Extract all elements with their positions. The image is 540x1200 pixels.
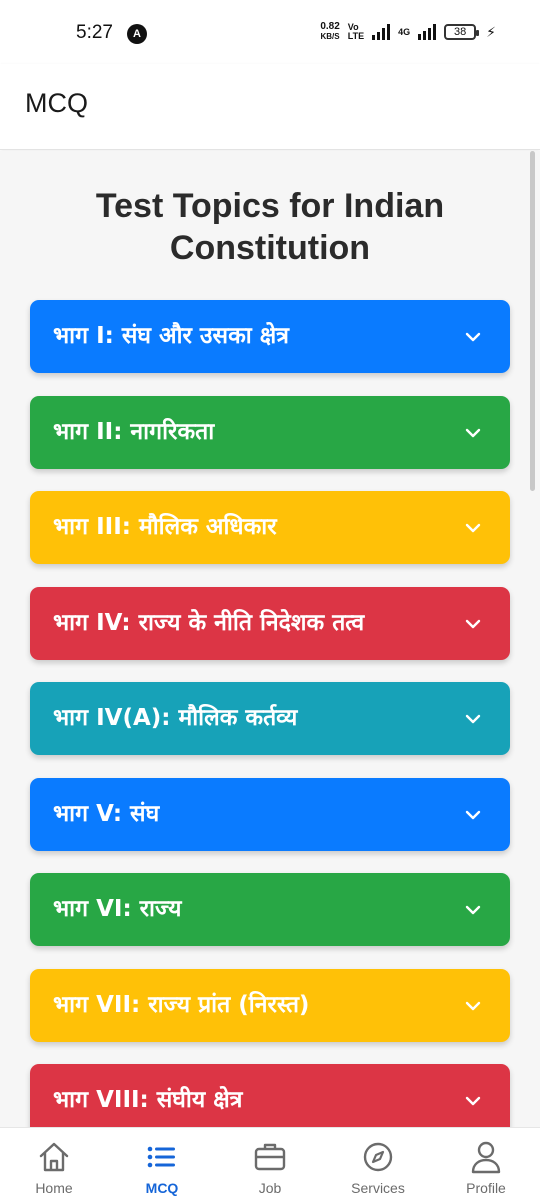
nav-label: MCQ bbox=[145, 1180, 179, 1196]
compass-icon bbox=[359, 1138, 397, 1176]
lightning-icon: ⚡ bbox=[486, 23, 496, 40]
nav-label: Job bbox=[258, 1180, 282, 1196]
main-content[interactable]: Test Topics for Indian Constitution भाग … bbox=[0, 151, 540, 1127]
chevron-down-icon[interactable] bbox=[464, 806, 482, 824]
status-time: 5:27 bbox=[76, 22, 113, 43]
nav-item-mcq[interactable]: MCQ bbox=[108, 1128, 216, 1200]
topic-label: भाग VI: राज्य bbox=[53, 896, 182, 922]
topic-label: भाग VII: राज्य प्रांत (निरस्त) bbox=[53, 991, 310, 1018]
topic-accordion-item[interactable]: भाग I: संघ और उसका क्षेत्र bbox=[30, 300, 510, 373]
chevron-down-icon[interactable] bbox=[464, 615, 482, 633]
app-bar: MCQ bbox=[0, 64, 540, 150]
nav-label: Services bbox=[351, 1180, 405, 1196]
topic-accordion-item[interactable]: भाग II: नागरिकता bbox=[30, 395, 510, 469]
nav-item-profile[interactable]: Profile bbox=[432, 1128, 540, 1200]
nav-item-home[interactable]: Home bbox=[0, 1128, 108, 1200]
user-icon bbox=[467, 1138, 505, 1176]
topic-label: भाग III: मौलिक अधिकार bbox=[53, 514, 277, 540]
chevron-down-icon[interactable] bbox=[464, 519, 482, 537]
app-title: MCQ bbox=[25, 88, 88, 118]
network-speed: 0.82 KB/S bbox=[320, 22, 339, 42]
topic-accordion-item[interactable]: भाग IV(A): मौलिक कर्तव्य bbox=[30, 682, 510, 755]
nav-label: Home bbox=[35, 1180, 73, 1196]
topic-accordion-item[interactable]: भाग VII: राज्य प्रांत (निरस्त) bbox=[30, 968, 510, 1042]
topic-accordion-item[interactable]: भाग IV: राज्य के नीति निदेशक तत्व bbox=[30, 586, 510, 660]
topic-label: भाग V: संघ bbox=[53, 800, 160, 827]
status-bar: 5:27 A 0.82 KB/S Vo LTE 4G 38 ⚡ bbox=[0, 0, 540, 64]
topic-label: भाग VIII: संघीय क्षेत्र bbox=[53, 1087, 243, 1113]
chevron-down-icon[interactable] bbox=[464, 997, 482, 1015]
signal-strength-icon-2 bbox=[418, 24, 437, 40]
volte-bottom: LTE bbox=[347, 31, 365, 41]
chevron-down-icon[interactable] bbox=[464, 424, 482, 442]
topic-label: भाग II: नागरिकता bbox=[53, 418, 215, 445]
topic-accordion-item[interactable]: भाग VI: राज्य bbox=[30, 873, 510, 946]
topic-label: भाग IV: राज्य के नीति निदेशक तत्व bbox=[53, 609, 365, 636]
topic-accordion-item[interactable]: भाग VIII: संघीय क्षेत्र bbox=[30, 1064, 510, 1127]
status-indicators: 0.82 KB/S Vo LTE 4G 38 ⚡ bbox=[320, 22, 496, 42]
network-speed-unit: KB/S bbox=[320, 32, 340, 41]
network-type: 4G bbox=[398, 27, 411, 37]
chevron-down-icon[interactable] bbox=[464, 710, 482, 728]
briefcase-icon bbox=[251, 1138, 289, 1176]
signal-strength-icon bbox=[372, 24, 391, 40]
chevron-down-icon[interactable] bbox=[464, 328, 482, 346]
scrollbar[interactable] bbox=[530, 151, 535, 491]
network-speed-value: 0.82 bbox=[320, 21, 340, 32]
nav-label: Profile bbox=[466, 1180, 506, 1196]
nav-item-job[interactable]: Job bbox=[216, 1128, 324, 1200]
list-icon bbox=[143, 1138, 181, 1176]
home-icon bbox=[35, 1138, 73, 1176]
nav-item-services[interactable]: Services bbox=[324, 1128, 432, 1200]
bottom-navigation: Home MCQ Job Services Profile bbox=[0, 1127, 540, 1200]
topic-label: भाग IV(A): मौलिक कर्तव्य bbox=[53, 705, 298, 731]
volte-icon: Vo LTE bbox=[348, 23, 364, 41]
topic-accordion-item[interactable]: भाग III: मौलिक अधिकार bbox=[30, 491, 510, 564]
topic-label: भाग I: संघ और उसका क्षेत्र bbox=[53, 323, 289, 349]
page-heading: Test Topics for Indian Constitution bbox=[95, 187, 445, 267]
topic-accordion-item[interactable]: भाग V: संघ bbox=[30, 777, 510, 851]
chevron-down-icon[interactable] bbox=[464, 901, 482, 919]
topic-list: भाग I: संघ और उसका क्षेत्र भाग II: नागरिक… bbox=[30, 300, 510, 1127]
notification-app-icon: A bbox=[127, 24, 147, 44]
battery-icon: 38 bbox=[444, 24, 480, 40]
chevron-down-icon[interactable] bbox=[464, 1092, 482, 1110]
